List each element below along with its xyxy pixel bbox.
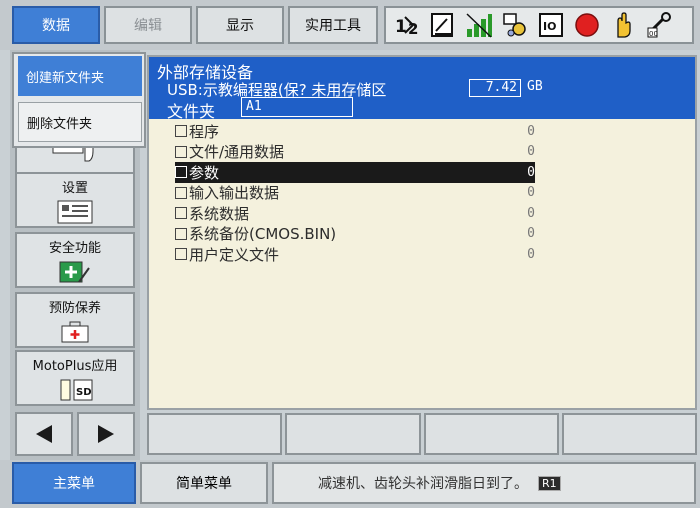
checkbox[interactable]: [175, 186, 187, 199]
page-arrow-row: [15, 412, 135, 456]
file-type-list: 程序 0 文件/通用数据 0 参数 0 输入输出数据 0 系统数据 0 系统备份…: [175, 121, 535, 265]
svg-text:IO: IO: [543, 20, 556, 33]
menu-item-delete-folder[interactable]: 删除文件夹: [18, 102, 142, 142]
tab-utility[interactable]: 实用工具: [288, 6, 378, 44]
page-next-button[interactable]: [77, 412, 135, 456]
svg-text:00: 00: [649, 30, 658, 38]
list-item[interactable]: 系统备份(CMOS.BIN) 0: [175, 224, 535, 245]
arrow-right-icon: [98, 425, 114, 443]
list-item-count: 0: [527, 226, 535, 242]
mode-12-icon[interactable]: 12: [392, 10, 422, 40]
sidebar-item-safety[interactable]: 安全功能: [15, 232, 135, 288]
tools-icon[interactable]: [500, 10, 530, 40]
key-icon[interactable]: 00: [644, 10, 674, 40]
svg-text:SD: SD: [76, 387, 92, 398]
svg-text:2: 2: [408, 20, 418, 38]
svg-text:1: 1: [395, 17, 407, 37]
function-button-row: [147, 413, 697, 455]
function-button-2[interactable]: [285, 413, 421, 455]
checkbox[interactable]: [175, 166, 187, 179]
sidebar-item-label: MotoPlus应用: [32, 358, 118, 374]
bottom-status-bar: 主菜单 简单菜单 减速机、齿轮头补润滑脂日到了。 R1: [0, 460, 700, 508]
main-menu-button[interactable]: 主菜单: [12, 462, 136, 504]
safety-icon: [59, 261, 90, 283]
io-icon[interactable]: IO: [536, 10, 566, 40]
sidebar-item-settings[interactable]: 设置: [15, 172, 135, 228]
list-item-name: 输入输出数据: [189, 184, 280, 203]
list-item[interactable]: 系统数据 0: [175, 203, 535, 224]
list-item-count: 0: [527, 205, 535, 221]
list-item[interactable]: 输入输出数据 0: [175, 183, 535, 204]
data-menu-dropdown: 创建新文件夹 删除文件夹: [12, 52, 146, 148]
status-toolbar: 12 IO 00: [384, 6, 694, 44]
robot-group-badge: R1: [538, 475, 561, 491]
checkbox[interactable]: [175, 227, 187, 240]
list-item-name: 用户定义文件: [189, 245, 280, 264]
sidebar-item-label: 预防保养: [48, 300, 101, 316]
list-item[interactable]: 文件/通用数据 0: [175, 142, 535, 163]
maintenance-icon: [61, 321, 89, 342]
pendant-screen: 数据 编辑 显示 实用工具 12 IO 00 设置 安全功能 预防保养 Moto…: [0, 0, 700, 508]
list-item-name: 系统数据: [189, 204, 250, 223]
function-button-1[interactable]: [147, 413, 283, 455]
list-item-name: 文件/通用数据: [189, 143, 285, 162]
hand-icon[interactable]: [608, 10, 638, 40]
checkbox[interactable]: [175, 248, 187, 261]
arrow-left-icon: [36, 425, 52, 443]
sidebar-item-maintenance[interactable]: 预防保养: [15, 292, 135, 348]
status-message-area: 减速机、齿轮头补润滑脂日到了。 R1: [272, 462, 696, 504]
settings-panel-icon: [57, 200, 93, 223]
list-item-count: 0: [527, 246, 535, 262]
folder-field[interactable]: A1: [241, 97, 353, 117]
external-storage-panel: 外部存储设备 USB:示教编程器(保? 未用存储区 7.42 GB 文件夹 A1…: [147, 55, 697, 410]
list-item-name: 程序: [189, 122, 220, 141]
folder-label: 文件夹: [167, 102, 216, 121]
list-item[interactable]: 程序 0: [175, 121, 535, 142]
sd-card-icon: SD: [60, 379, 93, 400]
sidebar-item-motoplus[interactable]: MotoPlus应用 SD: [15, 350, 135, 406]
list-item-count: 0: [527, 123, 535, 139]
tab-edit[interactable]: 编辑: [104, 6, 192, 44]
list-item-count: 0: [527, 144, 535, 160]
function-button-4[interactable]: [561, 413, 697, 455]
checkbox[interactable]: [175, 145, 187, 158]
signal-bars-icon[interactable]: [464, 10, 494, 40]
list-item-name: 系统备份(CMOS.BIN): [189, 225, 337, 244]
simple-menu-button[interactable]: 简单菜单: [140, 462, 268, 504]
tab-data[interactable]: 数据: [12, 6, 100, 44]
list-item-count: 0: [527, 185, 535, 201]
menu-item-create-folder[interactable]: 创建新文件夹: [18, 56, 142, 96]
list-item[interactable]: 用户定义文件 0: [175, 244, 535, 265]
status-message: 减速机、齿轮头补润滑脂日到了。: [318, 476, 528, 492]
list-item[interactable]: 参数 0: [175, 162, 535, 183]
free-space-unit: GB: [527, 79, 543, 94]
checkbox[interactable]: [175, 125, 187, 138]
sidebar-item-label: 安全功能: [48, 240, 101, 256]
list-item-count: 0: [527, 164, 535, 180]
top-menu-bar: 数据 编辑 显示 实用工具 12 IO 00: [0, 0, 700, 50]
checkbox[interactable]: [175, 207, 187, 220]
edit-doc-icon[interactable]: [428, 10, 458, 40]
page-prev-button[interactable]: [15, 412, 73, 456]
stop-red-icon[interactable]: [572, 10, 602, 40]
sidebar-item-label: 设置: [61, 180, 88, 196]
tab-display[interactable]: 显示: [196, 6, 284, 44]
list-item-name: 参数: [189, 163, 220, 182]
storage-header: 外部存储设备 USB:示教编程器(保? 未用存储区 7.42 GB 文件夹 A1: [149, 57, 695, 121]
function-button-3[interactable]: [423, 413, 559, 455]
free-space-value: 7.42: [469, 79, 521, 97]
